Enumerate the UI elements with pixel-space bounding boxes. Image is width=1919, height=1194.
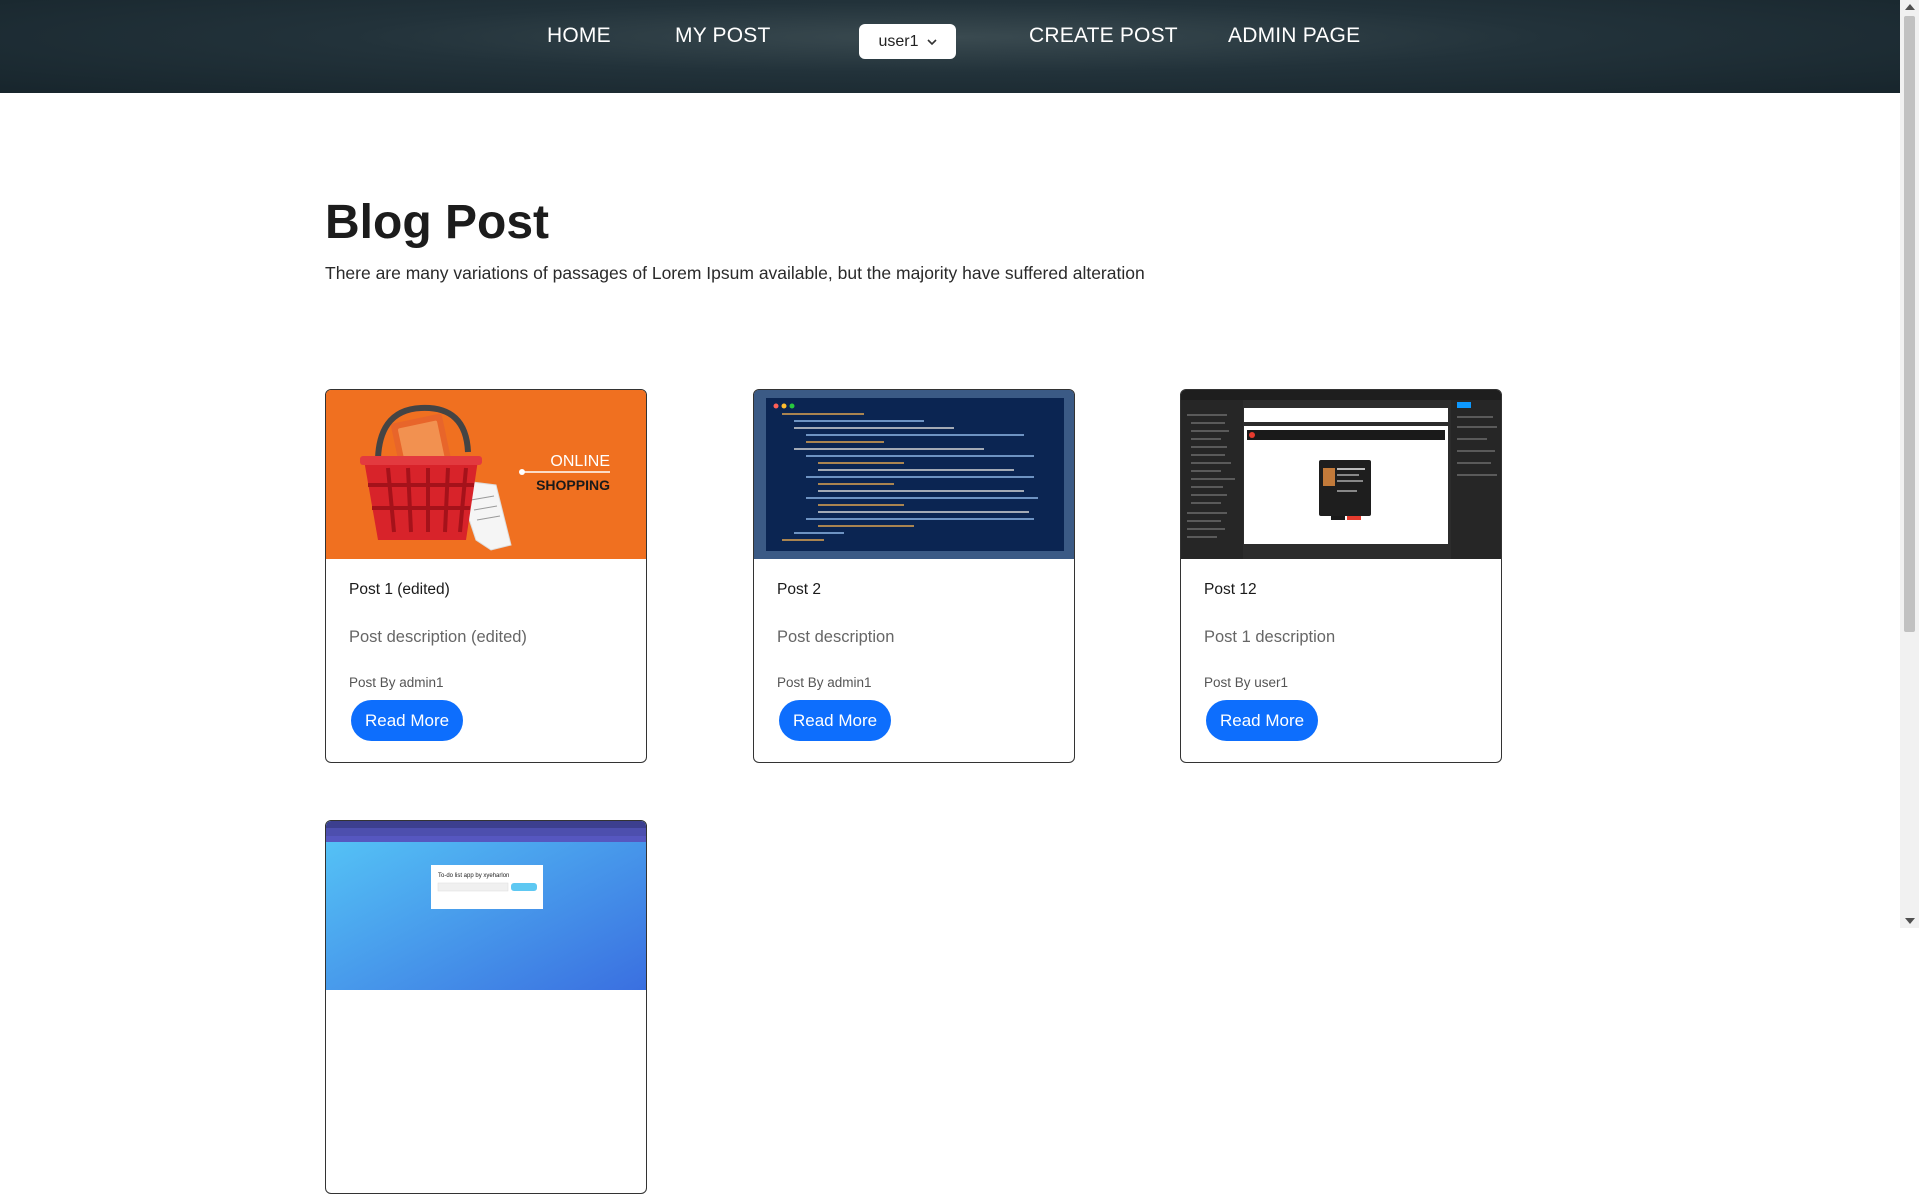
read-more-button[interactable]: Read More	[351, 700, 464, 741]
page-subtitle: There are many variations of passages of…	[325, 263, 1145, 283]
read-more-button[interactable]: Read More	[779, 700, 892, 741]
shopping-text: SHOPPING	[536, 477, 610, 493]
read-more-button[interactable]: Read More	[1206, 700, 1319, 741]
scroll-up-arrow-icon[interactable]	[1905, 4, 1915, 10]
online-text: ONLINE	[550, 453, 610, 470]
post-image-code-screenshot	[754, 390, 1074, 559]
post-author: Post By admin1	[349, 675, 444, 690]
page-title: Blog Post	[325, 196, 549, 249]
post-image-design-tool	[1181, 390, 1501, 559]
user-dropdown-label: user1	[878, 32, 919, 50]
post-title: Post 1 (edited)	[349, 581, 450, 598]
post-card: To-do list app by xyeharlon	[325, 820, 647, 1194]
post-description: Post 1 description	[1204, 628, 1336, 646]
nav-create-post-link[interactable]: CREATE POST	[1029, 24, 1178, 48]
post-description: Post description (edited)	[349, 628, 527, 646]
post-title: Post 2	[777, 581, 821, 598]
scroll-down-arrow-icon[interactable]	[1905, 918, 1915, 924]
post-image-todo-app: To-do list app by xyeharlon	[326, 821, 646, 990]
scrollbar-thumb[interactable]	[1904, 16, 1915, 632]
post-title: Post 12	[1204, 581, 1257, 598]
user-dropdown[interactable]: user1	[859, 24, 956, 59]
nav-home-link[interactable]: HOME	[547, 24, 611, 48]
post-card: ONLINE SHOPPING Post 1 (edited) Post des…	[325, 389, 647, 763]
todo-app-title: To-do list app by xyeharlon	[438, 873, 509, 879]
post-image-online-shopping: ONLINE SHOPPING	[326, 390, 646, 559]
post-card: Post 2 Post description Post By admin1 R…	[753, 389, 1075, 763]
nav-my-post-link[interactable]: MY POST	[675, 24, 771, 48]
post-author: Post By user1	[1204, 675, 1289, 690]
post-author: Post By admin1	[777, 675, 872, 690]
top-navbar: HOME MY POST user1 CREATE POST ADMIN PAG…	[0, 0, 1900, 93]
post-card: Post 12 Post 1 description Post By user1…	[1180, 389, 1502, 763]
vertical-scrollbar[interactable]	[1900, 0, 1919, 928]
post-description: Post description	[777, 628, 895, 646]
nav-admin-page-link[interactable]: ADMIN PAGE	[1228, 24, 1360, 48]
chevron-down-icon	[926, 38, 937, 45]
